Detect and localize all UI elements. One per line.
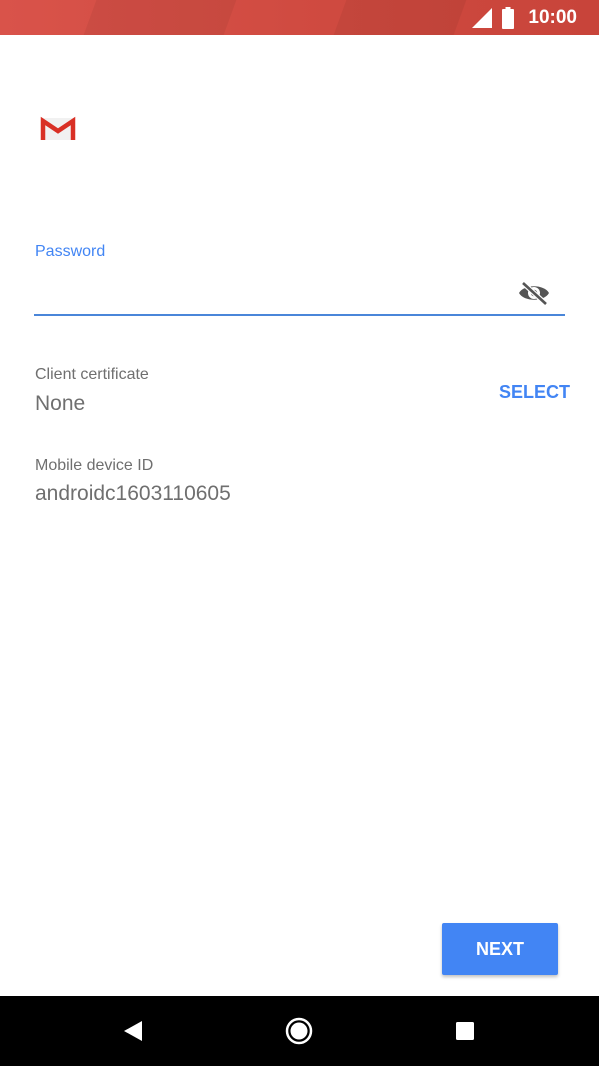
home-icon — [285, 1017, 313, 1045]
client-certificate-label: Client certificate — [35, 366, 149, 383]
nav-home-button[interactable] — [259, 996, 339, 1066]
nav-recents-button[interactable] — [425, 996, 505, 1066]
next-button[interactable]: NEXT — [442, 923, 558, 975]
recents-icon — [456, 1022, 474, 1040]
password-input[interactable] — [34, 270, 565, 316]
battery-icon — [502, 6, 515, 29]
password-label: Password — [35, 243, 106, 260]
nav-back-button[interactable] — [93, 996, 173, 1066]
visibility-off-icon — [519, 281, 549, 306]
status-icons: 10:00 — [472, 0, 577, 35]
back-icon — [124, 1021, 142, 1041]
status-bar-shade — [333, 0, 467, 35]
mobile-device-id-label: Mobile device ID — [35, 457, 154, 474]
client-certificate-value: None — [35, 392, 86, 415]
cell-signal-icon — [472, 7, 493, 28]
select-certificate-button[interactable]: SELECT — [484, 378, 570, 406]
gmail-logo-icon — [40, 116, 76, 140]
status-time: 10:00 — [528, 6, 577, 28]
navigation-bar — [0, 996, 599, 1066]
status-bar: 10:00 — [0, 0, 599, 35]
mobile-device-id-value: androidc1603110605 — [35, 482, 231, 505]
status-bar-shade — [83, 0, 237, 35]
password-visibility-toggle[interactable] — [517, 278, 551, 308]
